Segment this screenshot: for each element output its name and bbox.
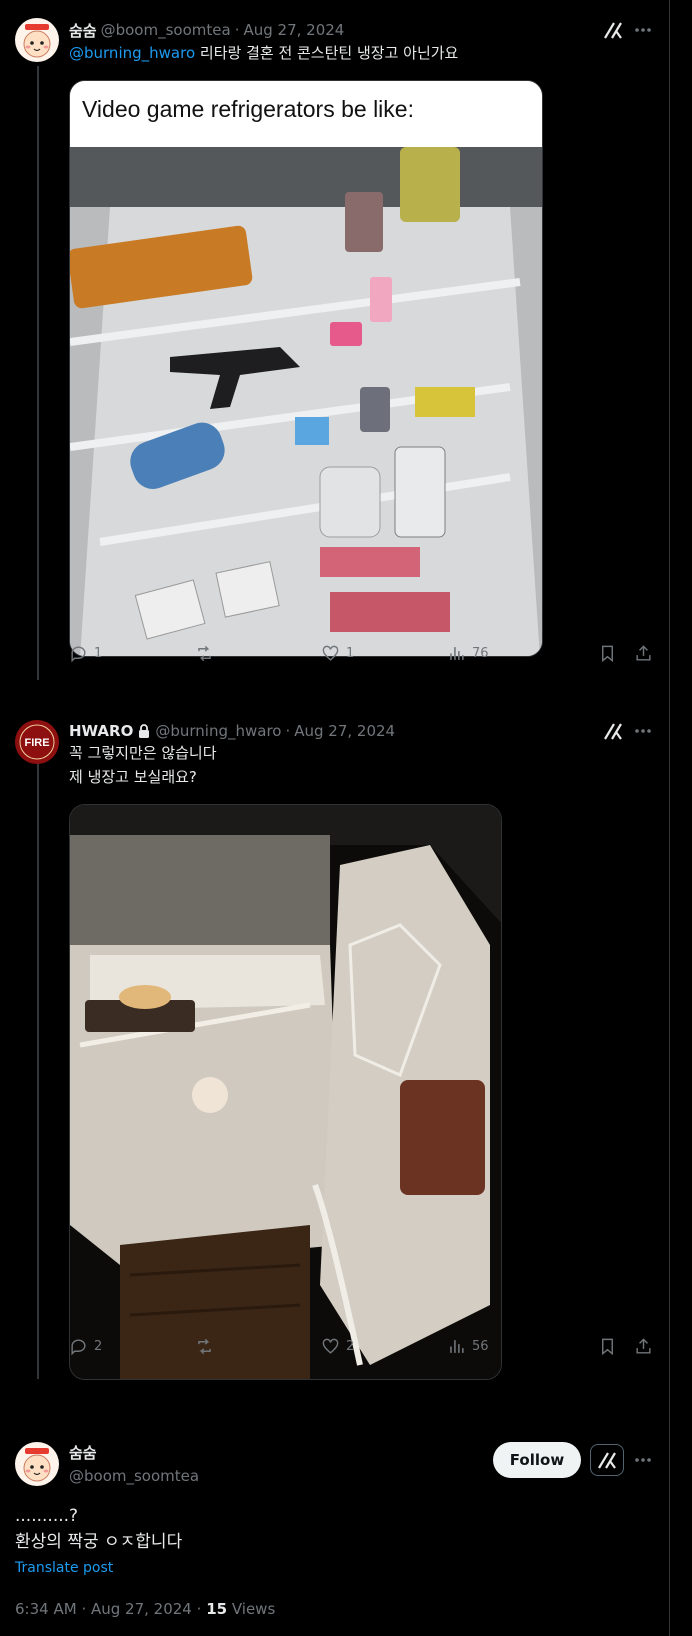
post-date[interactable]: Aug 27, 2024 xyxy=(91,1600,192,1618)
grok-button[interactable] xyxy=(590,1444,624,1476)
fire-extinguisher-logo-icon: FIRE xyxy=(15,720,59,764)
views-count: 76 xyxy=(472,646,489,661)
reply-icon xyxy=(71,646,86,663)
avatar-boom-soomtea[interactable] xyxy=(15,1442,59,1486)
tweet-2-text-line-1: 꼭 그렇지만은 않습니다 xyxy=(69,744,217,762)
grok-icon xyxy=(598,1452,616,1469)
repost-button[interactable] xyxy=(195,644,220,663)
views-count: 56 xyxy=(472,1339,489,1354)
reply-count: 1 xyxy=(94,646,103,661)
avatar-burning-hwaro[interactable]: FIRE xyxy=(15,720,59,764)
display-name[interactable]: 숨숨 xyxy=(69,20,97,41)
more-options-icon[interactable] xyxy=(633,721,653,741)
heart-icon xyxy=(322,645,339,661)
tweet-2-actions: 2 2 56 xyxy=(69,1337,654,1359)
tweet-3-handle-line: @boom_soomtea xyxy=(69,1466,199,1486)
separator: · xyxy=(81,1600,87,1618)
views-chart-icon xyxy=(450,1340,464,1353)
mention-link[interactable]: @burning_hwaro xyxy=(69,44,195,62)
svg-text:FIRE: FIRE xyxy=(24,737,49,749)
like-count: 1 xyxy=(346,646,355,661)
tweet-3-text-line-1: ..........? xyxy=(15,1506,79,1526)
grok-icon[interactable] xyxy=(602,19,624,41)
column-divider xyxy=(669,0,670,1636)
separator: · xyxy=(196,1600,202,1618)
separator: · xyxy=(234,21,240,39)
post-date[interactable]: Aug 27, 2024 xyxy=(243,21,344,39)
tweet-2-media[interactable] xyxy=(69,804,502,1380)
thread-line-2 xyxy=(37,739,39,1379)
tweet-1-media[interactable]: Video game refrigerators be like: xyxy=(69,80,543,657)
share-icon[interactable] xyxy=(634,644,653,663)
views-chart-icon xyxy=(450,647,464,660)
post-time[interactable]: 6:34 AM xyxy=(15,1600,77,1618)
cartoon-face-icon xyxy=(23,1448,51,1482)
tweet-3-text-line-2: 환상의 짝궁 ㅇㅈ합니다 xyxy=(15,1532,183,1552)
handle[interactable]: @boom_soomtea xyxy=(101,21,231,39)
reply-button[interactable]: 2 xyxy=(69,1337,102,1356)
views-count: 15 xyxy=(206,1600,228,1618)
reply-icon xyxy=(71,1339,86,1356)
cartoon-face-icon xyxy=(23,24,51,58)
views-button[interactable]: 76 xyxy=(447,644,489,663)
reply-count: 2 xyxy=(94,1339,103,1354)
bookmark-icon[interactable] xyxy=(598,1337,617,1356)
repost-button[interactable] xyxy=(195,1337,220,1356)
repost-icon xyxy=(198,1338,211,1355)
bookmark-icon[interactable] xyxy=(598,644,617,663)
post-date[interactable]: Aug 27, 2024 xyxy=(294,722,395,740)
handle[interactable]: @burning_hwaro xyxy=(155,722,281,740)
tweet-2-text-line-2: 제 냉장고 보실래요? xyxy=(69,768,197,786)
like-count: 2 xyxy=(346,1339,355,1354)
more-options-icon[interactable] xyxy=(633,1450,653,1470)
follow-button[interactable]: Follow xyxy=(493,1442,581,1478)
open-dark-fridge-photo-icon xyxy=(70,805,501,1379)
tweet-1-actions: 1 1 76 xyxy=(69,644,654,666)
like-button[interactable]: 2 xyxy=(321,1337,354,1356)
more-options-icon[interactable] xyxy=(633,20,653,40)
meme-caption: Video game refrigerators be like: xyxy=(70,81,542,147)
tweet-1-header: 숨숨 @boom_soomtea · Aug 27, 2024 xyxy=(69,20,344,40)
avatar-boom-soomtea[interactable] xyxy=(15,18,59,62)
repost-icon xyxy=(198,645,211,662)
grok-icon[interactable] xyxy=(602,720,624,742)
separator: · xyxy=(285,722,291,740)
thread-line-1 xyxy=(37,66,39,680)
display-name[interactable]: HWARO xyxy=(69,722,133,740)
views-label: Views xyxy=(231,1600,276,1618)
tweet-1-text: @burning_hwaro 리타랑 결혼 전 콘스탄틴 냉장고 아닌가요 xyxy=(69,42,458,64)
tweet-2-header: HWARO @burning_hwaro · Aug 27, 2024 xyxy=(69,721,395,741)
views-button[interactable]: 56 xyxy=(447,1337,489,1356)
share-icon[interactable] xyxy=(634,1337,653,1356)
like-button[interactable]: 1 xyxy=(321,644,354,663)
lock-icon xyxy=(139,724,150,738)
display-name[interactable]: 숨숨 xyxy=(69,1442,97,1463)
heart-icon xyxy=(322,1338,339,1354)
fridge-with-items-photo-icon xyxy=(70,147,542,656)
tweet-3-name: 숨숨 xyxy=(69,1442,97,1462)
handle[interactable]: @boom_soomtea xyxy=(69,1467,199,1485)
reply-button[interactable]: 1 xyxy=(69,644,102,663)
translate-post-link[interactable]: Translate post xyxy=(15,1560,113,1576)
tweet-1-body: 리타랑 결혼 전 콘스탄틴 냉장고 아닌가요 xyxy=(199,44,459,62)
post-footer: 6:34 AM · Aug 27, 2024 · 15 Views xyxy=(15,1600,275,1618)
